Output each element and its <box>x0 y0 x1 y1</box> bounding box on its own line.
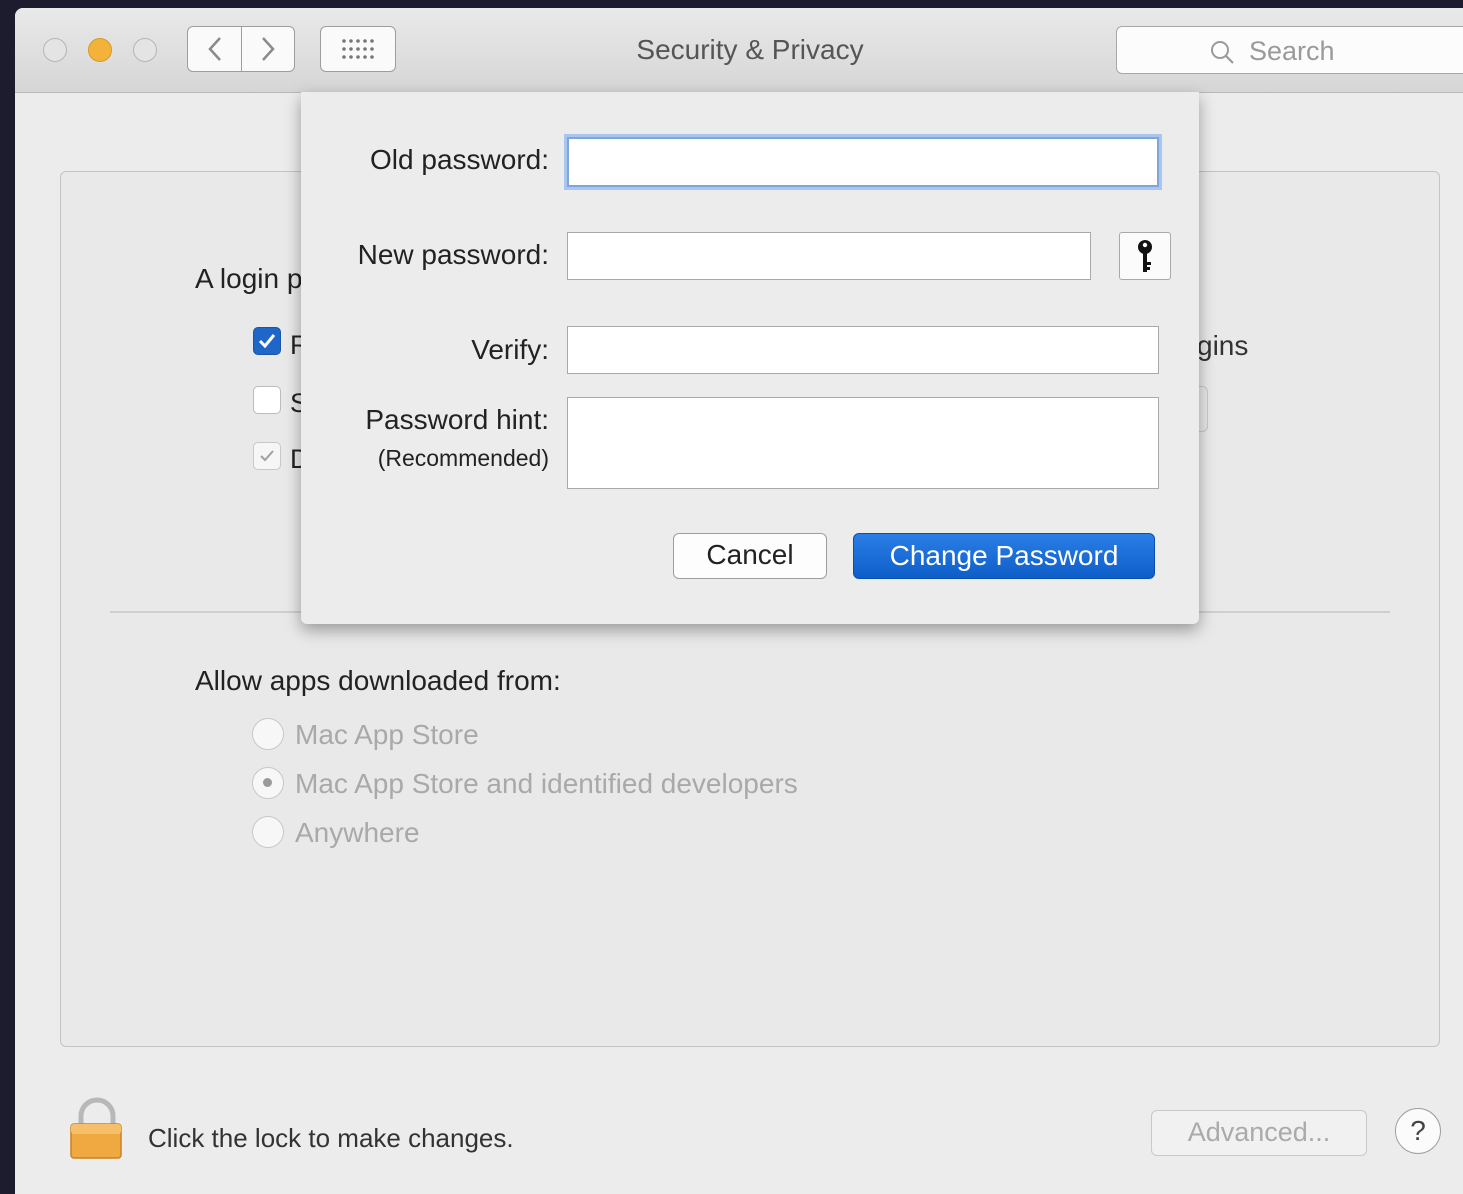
minimize-window-button[interactable] <box>88 38 112 62</box>
lock-button[interactable] <box>69 1096 125 1165</box>
allow-apps-label: Allow apps downloaded from: <box>195 665 561 696</box>
old-password-field[interactable] <box>567 137 1159 187</box>
search-icon <box>1211 41 1234 64</box>
new-password-label: New password: <box>357 239 549 270</box>
back-button[interactable] <box>187 26 241 72</box>
title-bar: Security & Privacy Search <box>15 8 1463 93</box>
change-password-button[interactable]: Change Password <box>853 533 1155 579</box>
radio-mac-app-store[interactable] <box>252 718 284 750</box>
verify-password-field[interactable] <box>567 326 1159 374</box>
radio-identified-developers[interactable] <box>252 767 284 799</box>
radio-label-mac-app-store: Mac App Store <box>295 719 479 750</box>
login-password-label: A login p <box>195 263 303 294</box>
password-hint-recommended-label: (Recommended) <box>377 445 549 471</box>
navigation-buttons <box>187 26 297 72</box>
radio-label-identified-developers: Mac App Store and identified developers <box>295 768 798 799</box>
radio-anywhere[interactable] <box>252 816 284 848</box>
help-button[interactable]: ? <box>1395 1108 1441 1154</box>
verify-label: Verify: <box>471 334 549 365</box>
change-password-sheet: Old password: New password: Verify: Pass… <box>301 92 1199 624</box>
show-all-button[interactable] <box>320 26 396 72</box>
zoom-window-button[interactable] <box>133 38 157 62</box>
close-window-button[interactable] <box>43 38 67 62</box>
grid-icon <box>342 39 374 59</box>
key-icon <box>1138 240 1152 272</box>
disable-login-checkbox[interactable] <box>253 442 281 470</box>
require-password-checkbox[interactable] <box>253 327 281 355</box>
advanced-button[interactable]: Advanced... <box>1151 1110 1367 1156</box>
old-password-label: Old password: <box>370 144 549 175</box>
search-field[interactable]: Search <box>1116 26 1463 74</box>
partial-text-right: gins <box>1197 330 1249 361</box>
window-title: Security & Privacy <box>636 34 864 65</box>
password-hint-field[interactable] <box>567 397 1159 489</box>
checkmark-icon <box>258 334 276 349</box>
search-placeholder: Search <box>1249 36 1335 66</box>
new-password-field[interactable] <box>567 232 1091 280</box>
password-assistant-button[interactable] <box>1119 232 1171 280</box>
chevron-left-icon <box>207 37 221 61</box>
chevron-right-icon <box>262 37 275 61</box>
checkmark-icon <box>260 450 274 462</box>
password-hint-label: Password hint: <box>365 404 549 435</box>
forward-button[interactable] <box>241 26 295 72</box>
show-message-checkbox[interactable] <box>253 386 281 414</box>
system-preferences-window: Security & Privacy Search A login p R S … <box>15 8 1463 1194</box>
cancel-button[interactable]: Cancel <box>673 533 827 579</box>
lock-message: Click the lock to make changes. <box>148 1123 514 1153</box>
radio-label-anywhere: Anywhere <box>295 817 420 848</box>
lock-icon <box>70 1097 122 1159</box>
